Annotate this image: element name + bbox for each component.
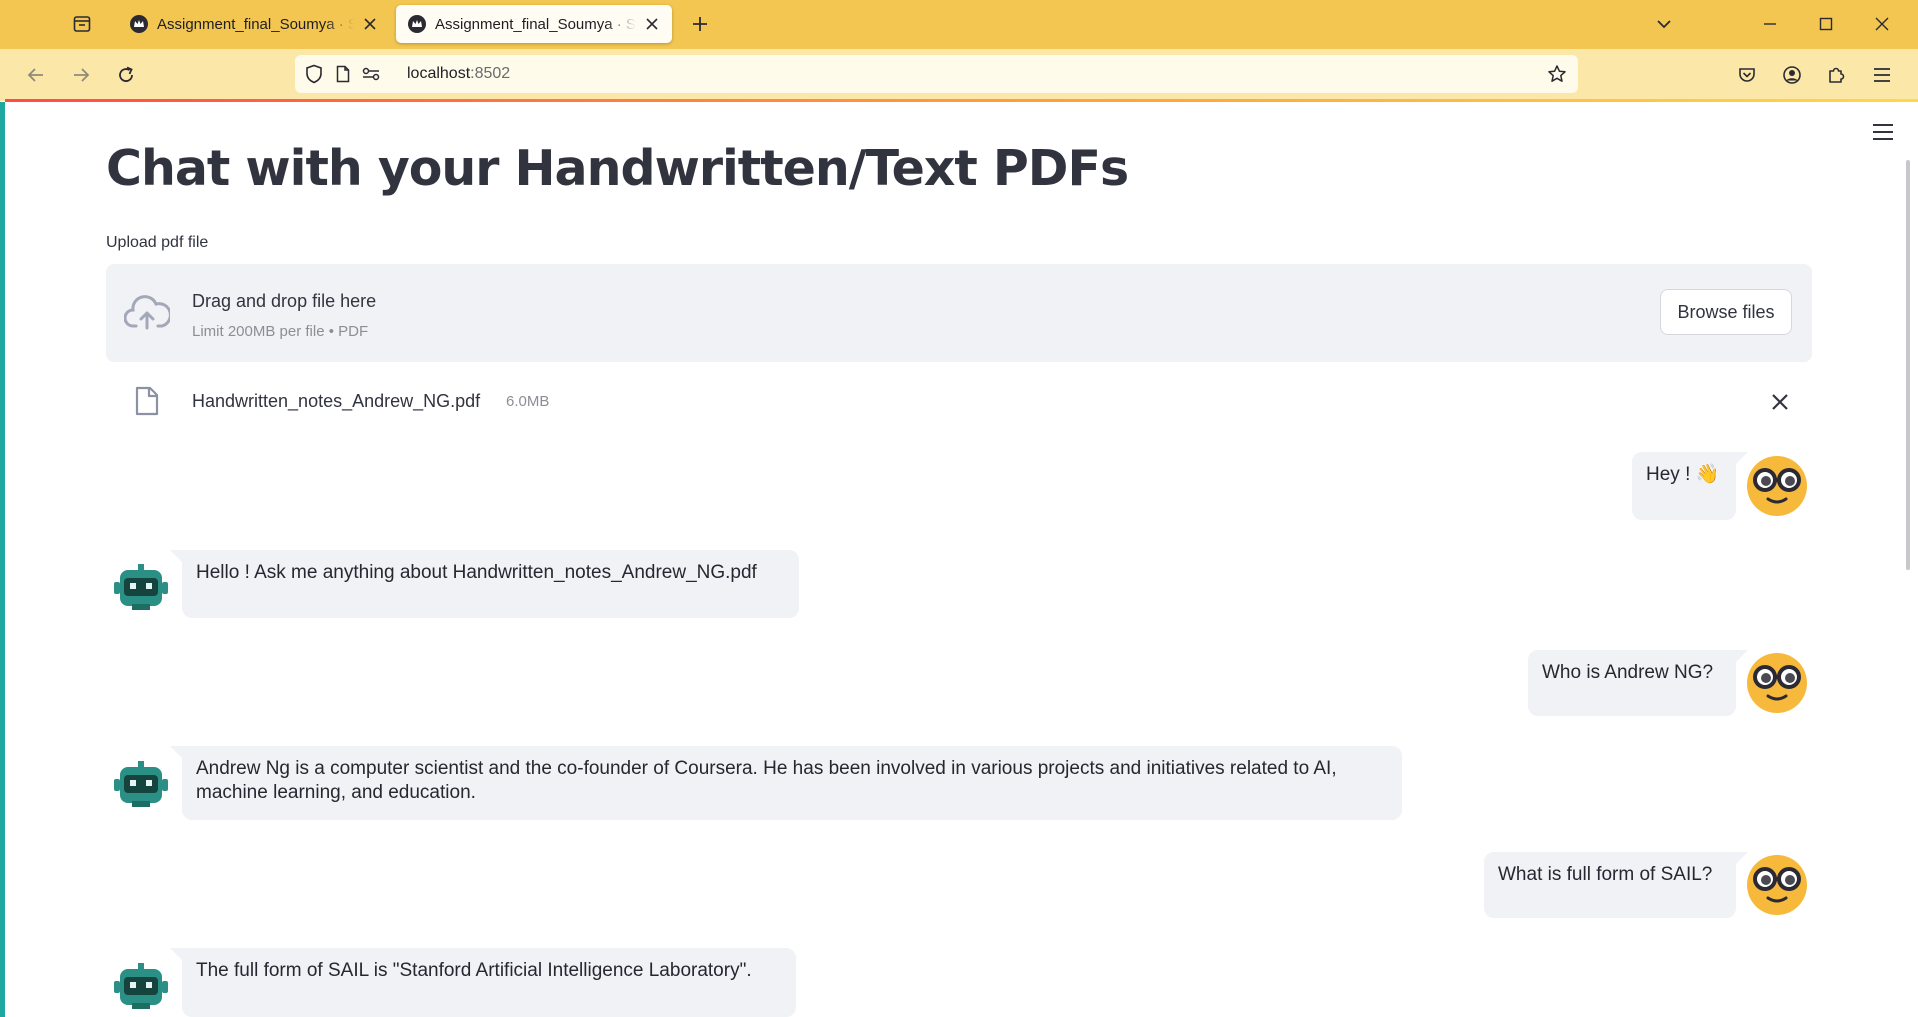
extensions-puzzle-icon[interactable] <box>1820 59 1852 91</box>
main-menu-icon[interactable] <box>1870 120 1896 144</box>
address-bar[interactable]: localhost:8502 <box>295 55 1578 93</box>
browser-navigation-bar: localhost:8502 <box>0 49 1918 101</box>
close-tab-icon[interactable] <box>642 14 662 34</box>
browser-tab-active[interactable]: Assignment_final_Soumya · Stre <box>396 5 672 43</box>
account-icon[interactable] <box>1776 59 1808 91</box>
close-tab-icon[interactable] <box>360 14 380 34</box>
remove-file-icon[interactable] <box>1770 392 1790 412</box>
streamlit-crown-icon <box>130 15 148 33</box>
page-title: Chat with your Handwritten/Text PDFs <box>106 140 1129 197</box>
browser-tab-bar: Assignment_final_Soumya · Stre Assignmen… <box>0 0 1918 49</box>
uploaded-file-name: Handwritten_notes_Andrew_NG.pdf <box>192 391 481 411</box>
shield-icon[interactable] <box>304 64 324 84</box>
upload-label: Upload pdf file <box>106 234 209 251</box>
reload-icon[interactable] <box>110 59 142 91</box>
new-tab-plus-icon[interactable] <box>682 8 718 40</box>
header-decoration-line <box>5 99 1918 102</box>
tab-title: Assignment_final_Soumya · Stre <box>435 15 636 33</box>
app-menu-icon[interactable] <box>1866 59 1898 91</box>
page-document-icon[interactable] <box>333 64 353 84</box>
url-host: localhost <box>407 65 471 82</box>
browser-tab[interactable]: Assignment_final_Soumya · Stre <box>118 5 390 43</box>
bookmark-star-icon[interactable] <box>1547 64 1567 84</box>
chat-bubble-user: What is full form of SAIL? <box>1484 852 1748 918</box>
site-permissions-icon[interactable] <box>361 64 381 84</box>
pocket-icon[interactable] <box>1731 59 1763 91</box>
robot-icon <box>111 956 171 1016</box>
dropzone-instruction: Drag and drop file here <box>192 291 377 311</box>
streamlit-crown-icon <box>408 15 426 33</box>
chat-bubble-user: Hey ! 👋 <box>1632 452 1748 520</box>
uploaded-file-size: 6.0MB <box>506 393 550 410</box>
close-window-icon[interactable] <box>1864 8 1900 40</box>
list-all-tabs-chevron-icon[interactable] <box>1646 8 1682 40</box>
robot-icon <box>111 557 171 617</box>
forward-arrow-icon[interactable] <box>65 59 97 91</box>
cloud-upload-icon <box>124 295 170 330</box>
uploaded-file-row: Handwritten_notes_Andrew_NG.pdf 6.0MB <box>106 380 1812 422</box>
tab-title: Assignment_final_Soumya · Stre <box>157 15 354 33</box>
window-edge <box>0 102 5 1017</box>
chat-bubble-assistant: Hello ! Ask me anything about Handwritte… <box>170 550 799 618</box>
chat-bubble-assistant: The full form of SAIL is "Stanford Artif… <box>170 948 796 1017</box>
file-icon <box>135 386 159 416</box>
chat-bubble-user: Who is Andrew NG? <box>1528 650 1748 716</box>
url-port: :8502 <box>470 65 511 82</box>
back-arrow-icon[interactable] <box>20 59 52 91</box>
nerd-glasses-face-icon <box>1747 456 1807 516</box>
file-dropzone[interactable]: Drag and drop file here Limit 200MB per … <box>106 264 1812 362</box>
page-scrollbar[interactable] <box>1906 160 1910 570</box>
nerd-glasses-face-icon <box>1747 653 1807 713</box>
nerd-glasses-face-icon <box>1747 855 1807 915</box>
maximize-window-icon[interactable] <box>1808 8 1844 40</box>
minimize-window-icon[interactable] <box>1752 8 1788 40</box>
chat-bubble-assistant: Andrew Ng is a computer scientist and th… <box>170 746 1402 820</box>
firefox-view-icon[interactable] <box>64 8 100 40</box>
dropzone-limit: Limit 200MB per file • PDF <box>192 323 369 340</box>
robot-icon <box>111 754 171 814</box>
url-text[interactable]: localhost:8502 <box>407 65 510 83</box>
browse-files-button[interactable]: Browse files <box>1660 289 1792 335</box>
